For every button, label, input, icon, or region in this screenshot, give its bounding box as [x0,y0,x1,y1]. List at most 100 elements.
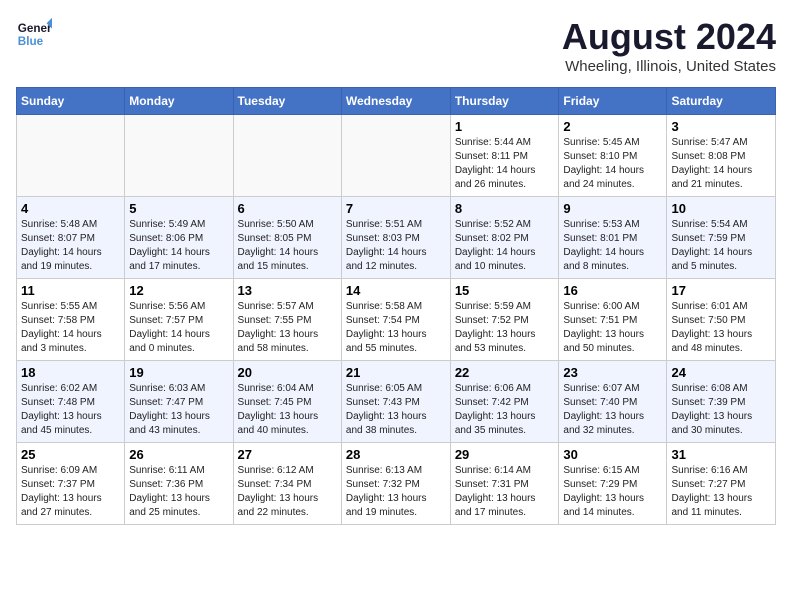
day-number: 11 [21,283,120,298]
day-info: Sunrise: 6:03 AM Sunset: 7:47 PM Dayligh… [129,382,228,438]
day-info: Sunrise: 6:15 AM Sunset: 7:29 PM Dayligh… [563,464,662,520]
calendar-cell: 10Sunrise: 5:54 AM Sunset: 7:59 PM Dayli… [667,197,776,279]
day-info: Sunrise: 6:07 AM Sunset: 7:40 PM Dayligh… [563,382,662,438]
calendar-cell: 13 Sunrise: 5:57 AM Sunset: 7:55 PM Dayli… [233,279,341,361]
calendar-cell [17,115,125,197]
day-info: Sunrise: 6:11 AM Sunset: 7:36 PM Dayligh… [129,464,228,520]
calendar-cell: 17 Sunrise: 6:01 AM Sunset: 7:50 PM Dayli… [667,279,776,361]
day-number: 20 [238,365,337,380]
calendar-cell [125,115,233,197]
calendar-cell: 15Sunrise: 5:59 AM Sunset: 7:52 PM Dayli… [450,279,559,361]
weekday-header-thursday: Thursday [450,88,559,115]
page-title: August 2024 [562,16,776,58]
day-number: 12 [129,283,228,298]
day-number: 7 [346,201,446,216]
calendar-cell: 26 Sunrise: 6:11 AM Sunset: 7:36 PM Dayli… [125,443,233,525]
svg-text:General: General [18,22,52,35]
day-number: 24 [671,365,771,380]
day-info: Sunrise: 6:12 AM Sunset: 7:34 PM Dayligh… [238,464,337,520]
day-number: 25 [21,447,120,462]
weekday-header-tuesday: Tuesday [233,88,341,115]
calendar-cell: 18 Sunrise: 6:02 AM Sunset: 7:48 PM Dayli… [17,361,125,443]
day-number: 16 [563,283,662,298]
day-info: Sunrise: 6:13 AM Sunset: 7:32 PM Dayligh… [346,464,446,520]
logo-icon: General Blue [16,16,52,52]
calendar-cell: 11Sunrise: 5:55 AM Sunset: 7:58 PM Dayli… [17,279,125,361]
day-number: 28 [346,447,446,462]
svg-text:Blue: Blue [18,35,44,48]
calendar-cell: 3 Sunrise: 5:47 AM Sunset: 8:08 PM Daylig… [667,115,776,197]
day-number: 29 [455,447,555,462]
day-info: Sunrise: 5:49 AM Sunset: 8:06 PM Dayligh… [129,218,228,274]
calendar-cell: 4Sunrise: 5:48 AM Sunset: 8:07 PM Daylig… [17,197,125,279]
calendar-week-row: 1Sunrise: 5:44 AM Sunset: 8:11 PM Daylig… [17,115,776,197]
weekday-header-sunday: Sunday [17,88,125,115]
day-number: 3 [671,119,771,134]
day-number: 27 [238,447,337,462]
day-info: Sunrise: 5:47 AM Sunset: 8:08 PM Dayligh… [671,136,771,192]
calendar-cell: 27 Sunrise: 6:12 AM Sunset: 7:34 PM Dayli… [233,443,341,525]
weekday-header-friday: Friday [559,88,667,115]
calendar-cell: 9Sunrise: 5:53 AM Sunset: 8:01 PM Daylig… [559,197,667,279]
day-number: 15 [455,283,555,298]
title-area: August 2024 Wheeling, Illinois, United S… [562,16,776,75]
calendar-cell [341,115,450,197]
day-info: Sunrise: 6:02 AM Sunset: 7:48 PM Dayligh… [21,382,120,438]
day-number: 4 [21,201,120,216]
calendar-cell: 2 Sunrise: 5:45 AM Sunset: 8:10 PM Daylig… [559,115,667,197]
calendar-week-row: 25 Sunrise: 6:09 AM Sunset: 7:37 PM Dayli… [17,443,776,525]
weekday-header-wednesday: Wednesday [341,88,450,115]
day-info: Sunrise: 5:50 AM Sunset: 8:05 PM Dayligh… [238,218,337,274]
day-info: Sunrise: 5:58 AM Sunset: 7:54 PM Dayligh… [346,300,446,356]
day-info: Sunrise: 5:57 AM Sunset: 7:55 PM Dayligh… [238,300,337,356]
calendar-cell: 30Sunrise: 6:15 AM Sunset: 7:29 PM Dayli… [559,443,667,525]
weekday-header-monday: Monday [125,88,233,115]
calendar-cell: 24 Sunrise: 6:08 AM Sunset: 7:39 PM Dayli… [667,361,776,443]
calendar-cell: 29Sunrise: 6:14 AM Sunset: 7:31 PM Dayli… [450,443,559,525]
page-subtitle: Wheeling, Illinois, United States [562,58,776,75]
day-info: Sunrise: 6:00 AM Sunset: 7:51 PM Dayligh… [563,300,662,356]
day-number: 1 [455,119,555,134]
calendar-cell: 14 Sunrise: 5:58 AM Sunset: 7:54 PM Dayli… [341,279,450,361]
calendar-cell [233,115,341,197]
day-number: 21 [346,365,446,380]
day-number: 6 [238,201,337,216]
calendar-table: SundayMondayTuesdayWednesdayThursdayFrid… [16,87,776,525]
day-info: Sunrise: 6:05 AM Sunset: 7:43 PM Dayligh… [346,382,446,438]
page-header: General Blue August 2024 Wheeling, Illin… [16,16,776,75]
day-info: Sunrise: 6:01 AM Sunset: 7:50 PM Dayligh… [671,300,771,356]
calendar-week-row: 18 Sunrise: 6:02 AM Sunset: 7:48 PM Dayli… [17,361,776,443]
logo: General Blue [16,16,52,52]
day-number: 5 [129,201,228,216]
calendar-cell: 1Sunrise: 5:44 AM Sunset: 8:11 PM Daylig… [450,115,559,197]
day-number: 17 [671,283,771,298]
day-number: 14 [346,283,446,298]
calendar-cell: 25 Sunrise: 6:09 AM Sunset: 7:37 PM Dayli… [17,443,125,525]
calendar-cell: 6 Sunrise: 5:50 AM Sunset: 8:05 PM Daylig… [233,197,341,279]
day-info: Sunrise: 5:51 AM Sunset: 8:03 PM Dayligh… [346,218,446,274]
day-number: 26 [129,447,228,462]
day-info: Sunrise: 6:06 AM Sunset: 7:42 PM Dayligh… [455,382,555,438]
day-number: 31 [671,447,771,462]
calendar-cell: 21 Sunrise: 6:05 AM Sunset: 7:43 PM Dayli… [341,361,450,443]
day-info: Sunrise: 5:52 AM Sunset: 8:02 PM Dayligh… [455,218,555,274]
day-info: Sunrise: 5:45 AM Sunset: 8:10 PM Dayligh… [563,136,662,192]
calendar-cell: 28 Sunrise: 6:13 AM Sunset: 7:32 PM Dayli… [341,443,450,525]
day-info: Sunrise: 6:16 AM Sunset: 7:27 PM Dayligh… [671,464,771,520]
calendar-cell: 19Sunrise: 6:03 AM Sunset: 7:47 PM Dayli… [125,361,233,443]
day-number: 23 [563,365,662,380]
calendar-cell: 16 Sunrise: 6:00 AM Sunset: 7:51 PM Dayli… [559,279,667,361]
day-info: Sunrise: 6:04 AM Sunset: 7:45 PM Dayligh… [238,382,337,438]
calendar-week-row: 11Sunrise: 5:55 AM Sunset: 7:58 PM Dayli… [17,279,776,361]
weekday-header-row: SundayMondayTuesdayWednesdayThursdayFrid… [17,88,776,115]
day-number: 18 [21,365,120,380]
calendar-cell: 7 Sunrise: 5:51 AM Sunset: 8:03 PM Daylig… [341,197,450,279]
day-number: 2 [563,119,662,134]
calendar-cell: 12 Sunrise: 5:56 AM Sunset: 7:57 PM Dayli… [125,279,233,361]
day-info: Sunrise: 6:08 AM Sunset: 7:39 PM Dayligh… [671,382,771,438]
day-info: Sunrise: 5:56 AM Sunset: 7:57 PM Dayligh… [129,300,228,356]
calendar-cell: 22Sunrise: 6:06 AM Sunset: 7:42 PM Dayli… [450,361,559,443]
day-info: Sunrise: 6:09 AM Sunset: 7:37 PM Dayligh… [21,464,120,520]
day-number: 13 [238,283,337,298]
calendar-cell: 31 Sunrise: 6:16 AM Sunset: 7:27 PM Dayli… [667,443,776,525]
